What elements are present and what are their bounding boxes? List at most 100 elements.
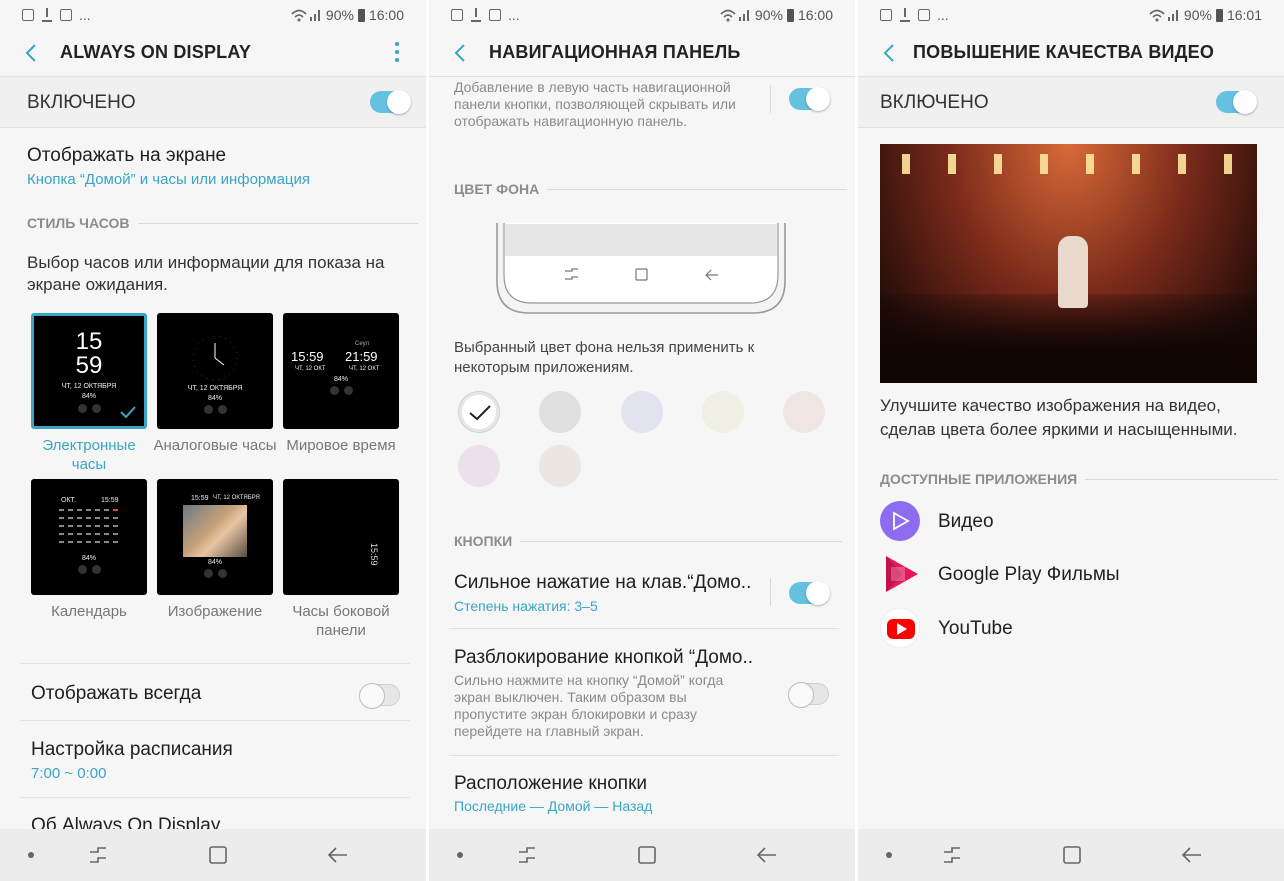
clock-style-world[interactable]: Сеул 15:59 21:59 ЧТ, 12 ОКТ ЧТ, 12 ОКТ 8… [283, 313, 399, 429]
setting-title: Сильное нажатие на клав.“Домо.. [454, 572, 752, 593]
schedule-setting[interactable]: Настройка расписания 7:00 ~ 0:00 [0, 721, 426, 797]
master-switch-label: ВКЛЮЧЕНО [880, 92, 989, 113]
more-notifications: ... [508, 7, 520, 23]
world-date-local: ЧТ, 12 ОКТ [295, 366, 326, 372]
nav-toggle-dot[interactable] [886, 852, 892, 858]
clock-style-image[interactable]: 15:59 ЧТ, 12 ОКТЯБРЯ 84% [157, 479, 273, 595]
google-play-movies-icon [886, 556, 918, 592]
app-row-youtube[interactable]: YouTube [858, 607, 1284, 651]
download-icon [41, 8, 53, 22]
vertical-separator [770, 85, 771, 113]
battery-level: 90% [1183, 7, 1212, 23]
display-on-screen-setting[interactable]: Отображать на экране Кнопка “Домой” и ча… [0, 135, 426, 195]
recents-icon[interactable] [86, 843, 110, 867]
home-unlock-toggle[interactable] [788, 682, 829, 708]
master-switch-row[interactable]: ВКЛЮЧЕНО [858, 77, 1284, 127]
setting-value: Степень нажатия: 3–5 [454, 598, 598, 614]
calendar-time: 15:59 [101, 497, 119, 504]
app-row-play-movies[interactable]: Google Play Фильмы [858, 553, 1284, 597]
system-nav-bar [858, 829, 1284, 881]
color-swatch-cream[interactable] [702, 391, 744, 433]
back-icon[interactable] [1180, 843, 1204, 867]
more-notifications: ... [937, 7, 949, 23]
performer-figure [1058, 236, 1088, 308]
phone-shortcut-icon [204, 569, 213, 578]
system-nav-bar [429, 829, 855, 881]
image-clock-battery: 84% [207, 559, 222, 566]
clock-style-label: Аналоговые часы [153, 437, 277, 454]
color-swatch-beige[interactable] [539, 445, 581, 487]
setting-title: Отображать на экране [27, 145, 227, 166]
master-switch-toggle[interactable] [1216, 90, 1257, 114]
back-icon[interactable] [755, 843, 779, 867]
clock-style-calendar[interactable]: ОКТ. 15:59 84% [31, 479, 147, 595]
recents-icon[interactable] [515, 843, 539, 867]
color-swatch-gray[interactable] [539, 391, 581, 433]
clock-style-label: Календарь [51, 603, 127, 620]
color-swatch-white[interactable] [458, 391, 500, 433]
concert-preview-image [880, 144, 1257, 383]
clock-style-digital[interactable]: 15 59 ЧТ, 12 ОКТЯБРЯ 84% [31, 313, 147, 429]
more-notifications: ... [79, 7, 91, 23]
clock-style-label: Изображение [167, 603, 263, 620]
calendar-grid-icon [59, 509, 118, 543]
show-hide-button-setting[interactable]: Добавление в левую часть навигационной п… [429, 77, 855, 155]
back-arrow-icon[interactable] [20, 39, 44, 67]
back-icon[interactable] [326, 843, 350, 867]
clock-style-analog[interactable]: ЧТ, 12 ОКТЯБРЯ 84% [157, 313, 273, 429]
app-row-video[interactable]: Видео [858, 500, 1284, 544]
nav-toggle-dot[interactable] [457, 852, 463, 858]
feature-description: Улучшите качество изображения на видео, … [880, 396, 1238, 439]
divider [0, 127, 426, 128]
always-show-toggle[interactable] [359, 683, 400, 709]
page-title: ПОВЫШЕНИЕ КАЧЕСТВА ВИДЕО [913, 42, 1215, 62]
bg-color-heading: ЦВЕТ ФОНА [454, 181, 848, 197]
battery-icon [357, 8, 365, 22]
color-swatch-rose[interactable] [783, 391, 825, 433]
world-battery: 84% [333, 376, 348, 383]
portrait-photo [183, 505, 247, 557]
setting-description: Сильно нажмите на кнопку “Домой” когда э… [454, 672, 724, 739]
wifi-signal-icon [291, 9, 320, 22]
status-bar: ... 90% 16:00 [0, 0, 426, 30]
phone-shortcut-icon [78, 404, 87, 413]
gallery-icon [60, 9, 72, 21]
nav-toggle-dot[interactable] [28, 852, 34, 858]
digital-hour: 15 [75, 328, 103, 355]
back-arrow-icon[interactable] [449, 39, 473, 67]
app-name: YouTube [938, 618, 1013, 639]
divider [20, 797, 410, 798]
back-arrow-icon[interactable] [878, 39, 902, 67]
home-icon[interactable] [206, 843, 230, 867]
app-name: Видео [938, 511, 994, 532]
show-hide-button-toggle[interactable] [789, 87, 830, 111]
color-swatch-lavender[interactable] [621, 391, 663, 433]
home-press-toggle[interactable] [789, 581, 830, 605]
clock-style-label: Часы боковой панели [292, 603, 390, 639]
page-title: ALWAYS ON DISPLAY [60, 42, 252, 62]
vertical-separator [770, 578, 771, 606]
home-icon[interactable] [1060, 843, 1084, 867]
app-header: ПОВЫШЕНИЕ КАЧЕСТВА ВИДЕО [858, 30, 1284, 76]
youtube-icon [880, 608, 920, 648]
video-play-icon [880, 501, 920, 541]
status-bar: ... 90% 16:01 [858, 0, 1284, 30]
button-layout-setting[interactable]: Расположение кнопки Последние — Домой — … [429, 756, 855, 826]
clock-time: 16:01 [1226, 7, 1262, 23]
always-show-setting[interactable]: Отображать всегда [0, 664, 426, 720]
battery-level: 90% [754, 7, 783, 23]
color-swatch-pink[interactable] [458, 445, 500, 487]
home-press-setting[interactable]: Сильное нажатие на клав.“Домо.. Степень … [429, 560, 855, 628]
digital-minute: 59 [75, 352, 103, 379]
home-icon[interactable] [635, 843, 659, 867]
clock-style-edge[interactable]: 15:59 [283, 479, 399, 595]
more-options-icon[interactable] [394, 42, 400, 64]
master-switch-row[interactable]: ВКЛЮЧЕНО [0, 77, 426, 127]
digital-battery: 84% [81, 393, 96, 400]
master-switch-toggle[interactable] [370, 90, 411, 114]
recents-icon[interactable] [940, 843, 964, 867]
image-clock-time: 15:59 [191, 495, 209, 502]
wifi-signal-icon [720, 9, 749, 22]
analog-date: ЧТ, 12 ОКТЯБРЯ [187, 385, 243, 392]
home-unlock-setting[interactable]: Разблокирование кнопкой “Домо.. Сильно н… [429, 629, 855, 755]
